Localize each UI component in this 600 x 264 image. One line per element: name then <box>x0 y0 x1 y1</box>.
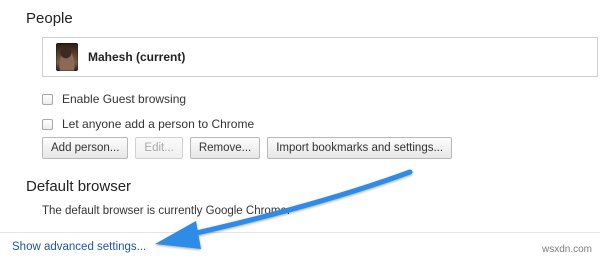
add-person-option[interactable]: Let anyone add a person to Chrome <box>42 116 254 132</box>
remove-person-button[interactable]: Remove... <box>189 137 261 159</box>
profile-list: Mahesh (current) <box>42 37 598 77</box>
import-bookmarks-button[interactable]: Import bookmarks and settings... <box>267 137 453 159</box>
avatar <box>56 43 78 71</box>
watermark: wsxdn.com <box>541 244 592 255</box>
default-browser-title: Default browser <box>26 178 132 195</box>
default-browser-status: The default browser is currently Google … <box>42 205 290 217</box>
people-section-title: People <box>26 10 73 27</box>
divider <box>0 232 600 233</box>
guest-browsing-label[interactable]: Enable Guest browsing <box>62 92 186 106</box>
profile-row[interactable]: Mahesh (current) <box>43 38 597 76</box>
arrow-head <box>155 221 201 249</box>
arrow-shaft <box>189 169 413 237</box>
add-person-button[interactable]: Add person... <box>42 137 129 159</box>
add-person-checkbox[interactable] <box>42 118 53 130</box>
guest-browsing-option[interactable]: Enable Guest browsing <box>42 91 186 107</box>
profile-name: Mahesh (current) <box>88 50 186 64</box>
people-buttons: Add person... Edit... Remove... Import b… <box>42 137 459 159</box>
guest-browsing-checkbox[interactable] <box>42 93 53 105</box>
add-person-label[interactable]: Let anyone add a person to Chrome <box>62 117 254 131</box>
show-advanced-settings-link[interactable]: Show advanced settings... <box>12 241 146 253</box>
edit-person-button[interactable]: Edit... <box>135 137 183 159</box>
